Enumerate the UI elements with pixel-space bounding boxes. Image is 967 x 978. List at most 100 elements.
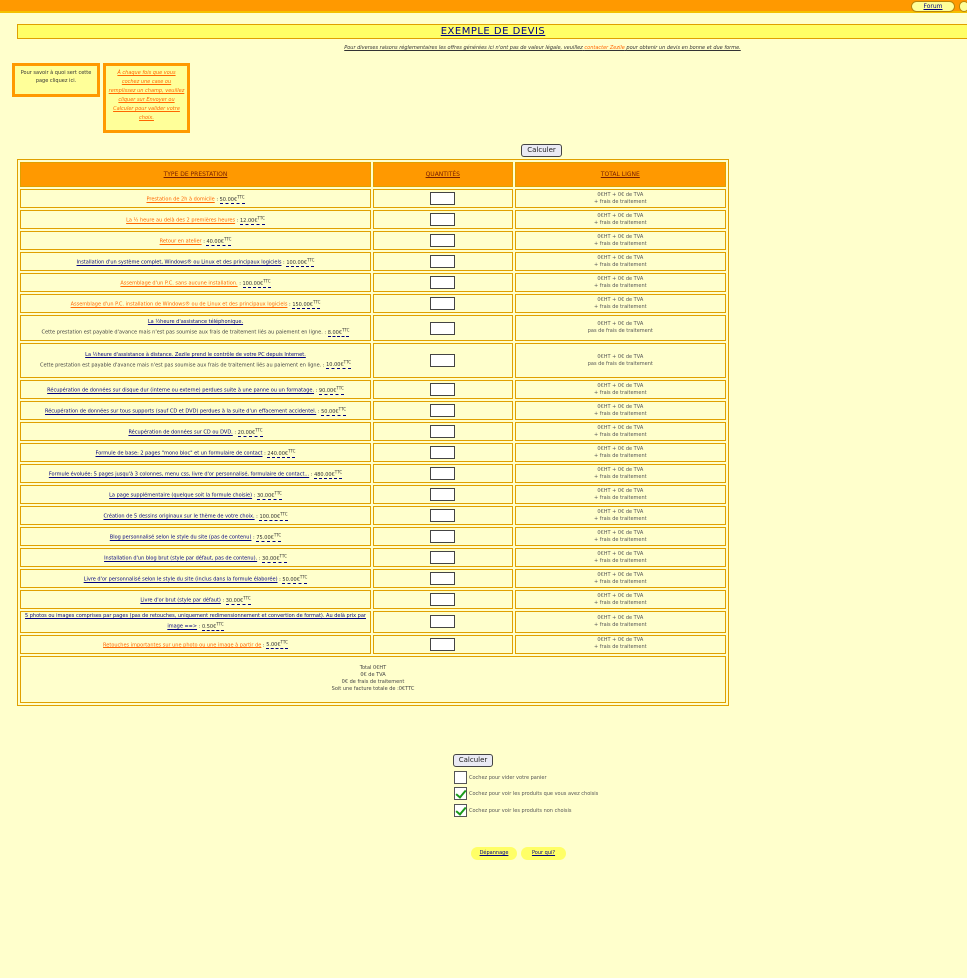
quantity-input[interactable] — [430, 530, 456, 543]
page-title: EXEMPLE DE DEVIS — [17, 24, 967, 39]
help-box[interactable]: Pour savoir à quoi sert cette page cliqu… — [12, 63, 100, 97]
prestation-name[interactable]: Installation d'un système complet, Windo… — [77, 260, 282, 266]
prestation-name[interactable]: Blog personnalisé selon le style du site… — [110, 535, 252, 541]
quantity-input[interactable] — [430, 488, 456, 501]
table-row: Livre d'or personnalisé selon le style d… — [20, 569, 726, 588]
option-show-chosen[interactable]: Cochez pour voir les produits que vous a… — [454, 787, 598, 801]
quantity-input[interactable] — [430, 213, 456, 226]
prestation-name[interactable]: La ½ heure au delà des 2 premières heure… — [126, 218, 235, 224]
option-show-unchosen-checkbox[interactable] — [454, 804, 467, 817]
prestation-name[interactable]: Formule évoluée: 5 pages jusqu'à 3 colon… — [49, 472, 309, 478]
line-total-fees: + frais de traitement — [593, 578, 647, 585]
quantity-input[interactable] — [430, 467, 456, 480]
line-total-cell: 0€HT + 0€ de TVA + frais de traitement — [514, 464, 726, 483]
line-total-amount: 0€HT + 0€ de TVA — [597, 403, 644, 410]
help-box-text[interactable]: Pour savoir à quoi sert cette page cliqu… — [15, 66, 97, 94]
quote-table: TYPE DE PRESTATION QUANTITÉS TOTAL LIGNE… — [17, 159, 729, 706]
line-total-cell: 0€HT + 0€ de TVA + frais de traitement — [514, 210, 726, 229]
quantity-input[interactable] — [430, 637, 456, 651]
table-row: Assemblage d'un P.C. sans aucune install… — [20, 273, 726, 292]
quantity-input[interactable] — [430, 276, 456, 289]
top-link-partial[interactable] — [959, 1, 967, 12]
option-label: Cochez pour voir les produits que vous a… — [469, 791, 599, 797]
contact-link[interactable]: contacter Zezile — [584, 45, 624, 51]
quantity-input[interactable] — [430, 509, 456, 522]
price-value: 0.50€ — [201, 623, 217, 630]
legal-note-text-end: pour obtenir un devis en bonne et due fo… — [626, 45, 741, 51]
line-total-amount: 0€HT + 0€ de TVA — [597, 353, 644, 360]
instruction-box: À chaque fois que vous cochez une case o… — [103, 63, 190, 133]
option-empty-cart[interactable]: Cochez pour vider votre panier — [454, 771, 547, 785]
calculate-button-bottom[interactable]: Calculer — [453, 754, 493, 767]
prestation-name[interactable]: La ½heure d'assistance téléphonique. — [148, 319, 243, 325]
prestation-price: 480.00€TTC — [314, 469, 343, 479]
prestation-name[interactable]: Création de 5 dessins originaux sur le t… — [103, 514, 254, 520]
quantity-input[interactable] — [430, 192, 456, 205]
quantity-input[interactable] — [430, 446, 456, 459]
quantity-input[interactable] — [430, 615, 456, 629]
option-show-chosen-checkbox[interactable] — [454, 787, 467, 800]
prestation-name[interactable]: Assemblage d'un P.C. sans aucune install… — [120, 281, 237, 287]
prestation-name[interactable]: Récupération de données sur CD ou DVD. — [128, 430, 232, 436]
line-total-cell: 0€HT + 0€ de TVA pas de frais de traiteme… — [514, 315, 726, 341]
prestation-name[interactable]: Récupération de données sur disque dur (… — [47, 388, 314, 394]
prestation-name[interactable]: Prestation de 2h à domicile — [146, 197, 214, 203]
prestation-price: 240.00€TTC — [267, 448, 296, 458]
prestation-note: Cette prestation est payable d'avance ma… — [39, 362, 322, 369]
quantity-input[interactable] — [430, 383, 456, 396]
forum-link[interactable]: Forum — [911, 1, 955, 12]
prestation-name[interactable]: Récupération de données sur tous support… — [45, 409, 316, 415]
quantity-input[interactable] — [430, 404, 456, 417]
prestation-price: 30.00€TTC — [256, 490, 282, 500]
line-total-amount: 0€HT + 0€ de TVA — [597, 191, 644, 198]
prestation-price: 50.00€TTC — [219, 194, 245, 204]
price-value: 50.00€ — [219, 196, 238, 203]
table-row: La ½heure d'assistance à distance. Zezil… — [20, 343, 726, 378]
price-value: 100.00€ — [242, 280, 264, 287]
quantity-input[interactable] — [430, 234, 456, 247]
price-ttc: TTC — [223, 236, 232, 242]
prestation-name[interactable]: La page supplémentaire (quelque soit la … — [109, 493, 252, 499]
price-value: 30.00€ — [262, 555, 280, 562]
col-type-header: TYPE DE PRESTATION — [20, 162, 371, 187]
line-total-amount: 0€HT + 0€ de TVA — [597, 487, 644, 494]
prestation-cell: Récupération de données sur CD ou DVD. :… — [20, 422, 371, 441]
prestation-name[interactable]: Formule de base: 2 pages "mono bloc" et … — [96, 451, 263, 457]
line-total-amount: 0€HT + 0€ de TVA — [597, 466, 644, 473]
line-total-cell: 0€HT + 0€ de TVA + frais de traitement — [514, 590, 726, 609]
prestation-price: 30.00€TTC — [225, 595, 251, 605]
quantity-input[interactable] — [430, 354, 456, 367]
prestation-price: 150.00€TTC — [292, 299, 321, 309]
quantity-input[interactable] — [430, 255, 456, 268]
quantity-input[interactable] — [430, 425, 456, 438]
prestation-name[interactable]: Livre d'or personnalisé selon le style d… — [84, 577, 278, 583]
prestation-cell: Assemblage d'un P.C. sans aucune install… — [20, 273, 371, 292]
prestation-name[interactable]: 5 photos ou images comprises par pages (… — [25, 613, 366, 630]
price-ttc: TTC — [336, 385, 344, 391]
prestation-name[interactable]: Livre d'or brut (style par défaut) — [140, 598, 221, 604]
line-total-amount: 0€HT + 0€ de TVA — [597, 321, 644, 327]
quantity-input[interactable] — [430, 593, 456, 606]
line-total-fees: + frais de traitement — [593, 452, 647, 459]
pour-qui-link[interactable]: Pour qui? — [521, 847, 566, 860]
line-total-fees: + frais de traitement — [593, 536, 647, 543]
table-row: 5 photos ou images comprises par pages (… — [20, 611, 726, 633]
prestation-name[interactable]: Retour en atelier — [160, 239, 202, 245]
calculate-button-top[interactable]: Calculer — [521, 144, 562, 157]
prestation-price: 10.00€TTC — [326, 360, 351, 370]
prestation-name[interactable]: Retouches importantes sur une photo ou u… — [103, 642, 261, 648]
quantity-input[interactable] — [430, 551, 456, 564]
depannage-link[interactable]: Dépannage — [471, 847, 517, 860]
price-ttc: TTC — [342, 327, 350, 333]
quantity-input[interactable] — [430, 321, 456, 335]
quantity-input[interactable] — [430, 297, 456, 310]
line-total-fees: pas de frais de traitement — [587, 328, 653, 334]
option-empty-cart-checkbox[interactable] — [454, 771, 467, 784]
prestation-name[interactable]: La ½heure d'assistance à distance. Zezil… — [85, 352, 306, 358]
prestation-name[interactable]: Installation d'un blog brut (style par d… — [104, 556, 257, 562]
line-total-amount: 0€HT + 0€ de TVA — [597, 296, 644, 303]
legal-note-text: Pour diverses raisons réglementaires les… — [344, 45, 583, 51]
prestation-name[interactable]: Assemblage d'un P.C. installation de Win… — [71, 302, 288, 308]
option-show-unchosen[interactable]: Cochez pour voir les produits non choisi… — [454, 804, 572, 818]
quantity-input[interactable] — [430, 572, 456, 585]
